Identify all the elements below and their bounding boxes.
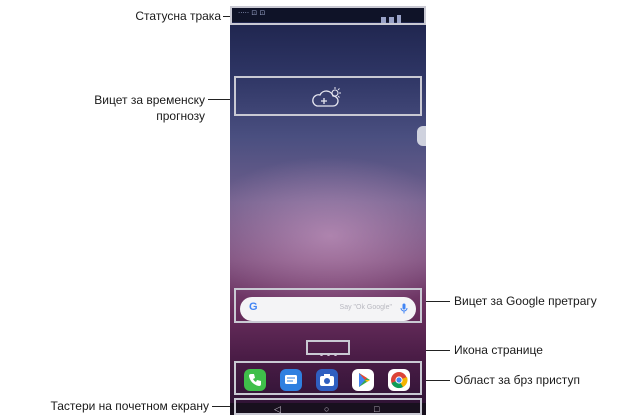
frame-home-buttons — [234, 398, 422, 415]
callout-weather-widget: Вицет за временску прогнозу — [94, 92, 205, 124]
callout-weather-line1: Вицет за временску — [94, 93, 205, 107]
leader-google-search — [422, 301, 450, 302]
callout-status-bar: Статусна трака — [135, 9, 221, 23]
frame-google-search — [234, 288, 422, 323]
frame-weather-widget — [234, 76, 422, 116]
callout-quick-access: Област за брз приступ — [454, 373, 580, 387]
leader-quick-access — [422, 380, 450, 381]
frame-status-bar — [230, 6, 426, 25]
callout-page-icon: Икона странице — [454, 343, 543, 357]
frame-quick-access — [234, 361, 422, 395]
callout-weather-line2: прогнозу — [156, 109, 205, 123]
edge-panel-handle[interactable] — [417, 126, 426, 146]
frame-page-icon — [306, 340, 350, 355]
callout-home-touch-buttons: Тастери на почетном екрану — [50, 399, 209, 413]
callout-google-search: Вицет за Google претрагу — [454, 294, 597, 308]
